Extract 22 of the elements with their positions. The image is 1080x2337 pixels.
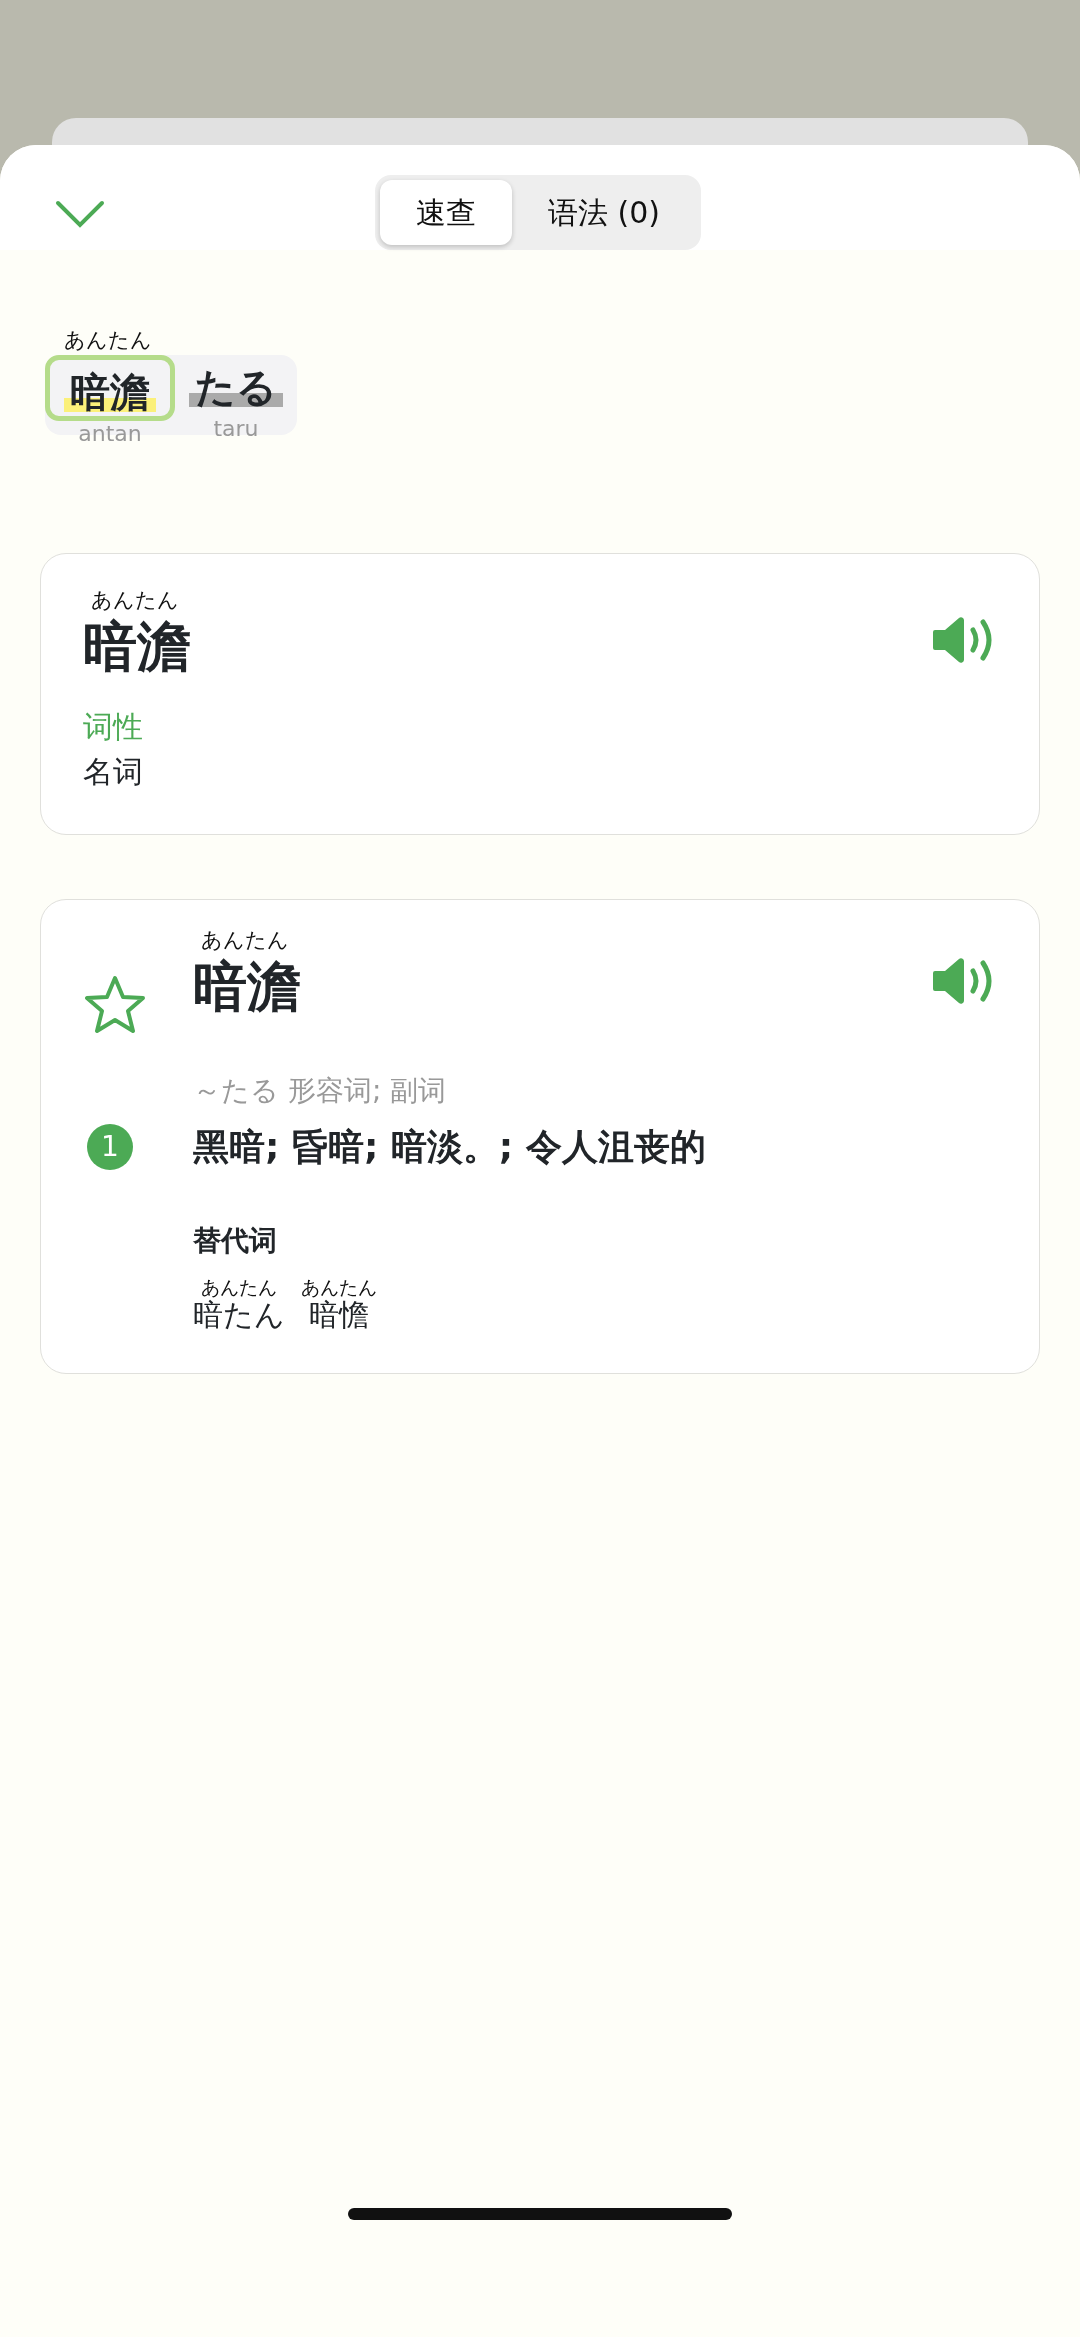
furigana: あんたん: [64, 330, 152, 351]
romaji-label: antan: [77, 420, 143, 448]
headword: 暗澹: [193, 954, 301, 1020]
alternative-word: 暗憺: [309, 1296, 369, 1333]
furigana: あんたん: [91, 590, 180, 611]
furigana: あんたん: [301, 1277, 377, 1297]
part-of-speech: ～たる 形容词; 副词: [193, 1072, 448, 1109]
tab[interactable]: 语法 (0): [512, 180, 697, 245]
star-icon[interactable]: [83, 973, 147, 1036]
word-token[interactable]: たる: [175, 355, 297, 411]
alternative-word: 暗たん: [193, 1296, 285, 1333]
headword: 暗澹: [83, 615, 191, 680]
furigana: あんたん: [201, 1277, 277, 1297]
pos-label: 词性: [83, 707, 144, 746]
romaji-label: taru: [212, 415, 260, 443]
pos-value: 名词: [83, 752, 144, 791]
sense-number: 1: [87, 1123, 133, 1170]
chevron-down-icon[interactable]: [55, 200, 105, 228]
alternatives-label: 替代词: [193, 1222, 278, 1259]
definition: 黑暗; 昏暗; 暗淡。; 令人沮丧的: [193, 1124, 706, 1169]
furigana: あんたん: [201, 929, 290, 951]
tab[interactable]: 速查: [380, 180, 512, 245]
